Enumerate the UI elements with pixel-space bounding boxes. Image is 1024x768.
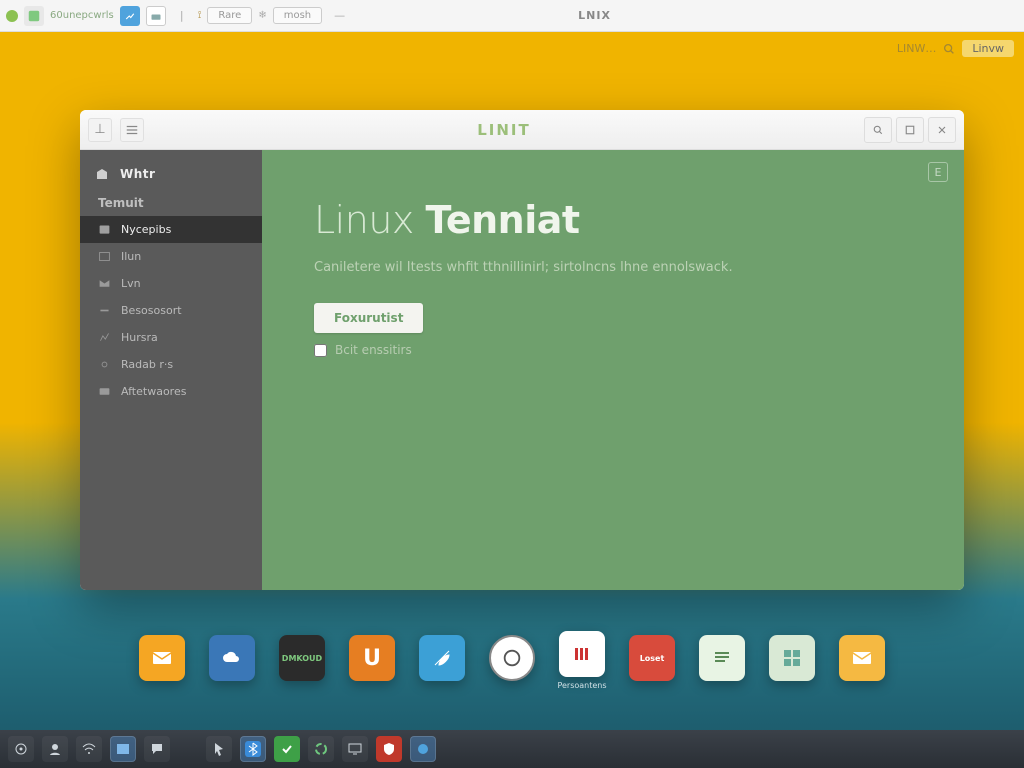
- weather-app-icon: [209, 635, 255, 681]
- dock-dashboard-app[interactable]: DMKOUD: [272, 635, 332, 685]
- checkbox-label: Bcit enssitirs: [335, 343, 412, 357]
- sidebar-item-1[interactable]: Ilun: [80, 243, 262, 270]
- status-label: LINW…: [897, 42, 936, 55]
- dashboard-app-icon: DMKOUD: [279, 635, 325, 681]
- app-icon-2[interactable]: [146, 6, 166, 26]
- utility-app-icon: U: [349, 635, 395, 681]
- app-icon-3[interactable]: ⟟: [198, 10, 202, 21]
- heading-part1: Linux: [314, 198, 414, 242]
- sidebar-item-6[interactable]: Aftetwaores: [80, 378, 262, 405]
- dock-circle-app[interactable]: [482, 635, 542, 685]
- app-icon-4: ❄: [258, 10, 266, 21]
- tb-shield-icon[interactable]: [376, 736, 402, 762]
- tb-user-icon[interactable]: [42, 736, 68, 762]
- desktop-status: LINW… Linvw: [897, 40, 1014, 57]
- sidebar-item-4-label: Hursra: [121, 331, 158, 344]
- sidebar-item-0-label: Nycepibs: [121, 223, 171, 236]
- os-topbar: 60unepcwrls | ⟟ Rare ❄ mosh — LNIX: [0, 0, 1024, 32]
- status-dot-icon: [6, 10, 18, 22]
- mail2-app-icon: [839, 635, 885, 681]
- status-chip[interactable]: Linvw: [962, 40, 1014, 57]
- sidebar-item-5-label: Radab r·s: [121, 358, 173, 371]
- sidebar-header-label: Whtr: [120, 167, 155, 181]
- menu-button[interactable]: [120, 118, 144, 142]
- tb-check-icon[interactable]: [274, 736, 300, 762]
- dock-weather-app[interactable]: [202, 635, 262, 685]
- content-corner-badge[interactable]: E: [928, 162, 948, 182]
- os-tab-1[interactable]: Rare: [207, 7, 252, 24]
- option-checkbox[interactable]: [314, 344, 327, 357]
- dock-utility-app[interactable]: U: [342, 635, 402, 685]
- os-topbar-left: 60unepcwrls | ⟟ Rare ❄ mosh —: [6, 6, 351, 26]
- maximize-button[interactable]: [896, 117, 924, 143]
- media-app-icon: [559, 631, 605, 677]
- close-button[interactable]: [928, 117, 956, 143]
- tb-wifi-icon[interactable]: [76, 736, 102, 762]
- content-area: E Linux Tenniat Caniletere wil Itests wh…: [262, 150, 964, 590]
- circle-app-icon: [489, 635, 535, 681]
- tb-pointer-icon[interactable]: [206, 736, 232, 762]
- settings-app-icon: [769, 635, 815, 681]
- os-dash: —: [328, 9, 351, 22]
- os-address-text: 60unepcwrls: [50, 10, 114, 21]
- wc-search[interactable]: [864, 117, 892, 143]
- window-controls: [864, 117, 956, 143]
- files-app-icon: [699, 635, 745, 681]
- app-icon-1[interactable]: [120, 6, 140, 26]
- checkbox-row[interactable]: Bcit enssitirs: [314, 343, 912, 357]
- primary-button[interactable]: Foxurutist: [314, 303, 423, 333]
- titlebar-left: ⊥: [88, 118, 144, 142]
- sidebar-item-6-label: Aftetwaores: [121, 385, 186, 398]
- tb-globe-icon[interactable]: [410, 736, 436, 762]
- tb-bluetooth-icon[interactable]: [240, 736, 266, 762]
- sidebar-item-2[interactable]: Lvn: [80, 270, 262, 297]
- store-app-icon: Loset: [629, 635, 675, 681]
- back-button[interactable]: ⊥: [88, 118, 112, 142]
- app-menu-icon[interactable]: [24, 6, 44, 26]
- window-title: LINIT: [144, 121, 864, 139]
- tb-chat-icon[interactable]: [144, 736, 170, 762]
- media-app-label: Persoantens: [557, 681, 606, 690]
- sidebar-item-5[interactable]: Radab r·s: [80, 351, 262, 378]
- titlebar: ⊥ LINIT: [80, 110, 964, 150]
- sidebar-section-label: Temuit: [80, 190, 262, 216]
- sidebar-item-2-label: Lvn: [121, 277, 141, 290]
- tb-monitor-icon[interactable]: [342, 736, 368, 762]
- sidebar-item-4[interactable]: Hursra: [80, 324, 262, 351]
- app-body: Whtr Temuit Nycepibs Ilun Lvn Besososort: [80, 150, 964, 590]
- separator-icon: |: [172, 6, 192, 26]
- browser-app-icon: [419, 635, 465, 681]
- dock-settings-app[interactable]: [762, 635, 822, 685]
- sidebar-item-0[interactable]: Nycepibs: [80, 216, 262, 243]
- app-window: ⊥ LINIT Whtr Temuit: [80, 110, 964, 590]
- sidebar-item-3[interactable]: Besososort: [80, 297, 262, 324]
- sidebar: Whtr Temuit Nycepibs Ilun Lvn Besososort: [80, 150, 262, 590]
- sidebar-item-3-label: Besososort: [121, 304, 182, 317]
- app-dock: DMKOUD U Persoantens Loset: [0, 618, 1024, 702]
- sidebar-item-1-label: Ilun: [121, 250, 141, 263]
- dock-mail2-app[interactable]: [832, 635, 892, 685]
- tb-spinner-icon[interactable]: [308, 736, 334, 762]
- dock-browser-app[interactable]: [412, 635, 472, 685]
- action-row: Foxurutist: [314, 303, 912, 333]
- search-icon[interactable]: [942, 42, 956, 56]
- content-heading: Linux Tenniat: [314, 198, 912, 242]
- content-subtitle: Caniletere wil Itests whfit tthnillinirl…: [314, 260, 912, 275]
- tb-files-icon[interactable]: [110, 736, 136, 762]
- os-title: LNIX: [357, 9, 832, 22]
- heading-part2: Tenniat: [425, 198, 579, 242]
- sidebar-header[interactable]: Whtr: [80, 158, 262, 190]
- os-tab-2[interactable]: mosh: [273, 7, 322, 24]
- mail-app-icon: [139, 635, 185, 681]
- dock-store-app[interactable]: Loset: [622, 635, 682, 685]
- dock-mail-app[interactable]: [132, 635, 192, 685]
- dock-files-app[interactable]: [692, 635, 752, 685]
- tb-apps-icon[interactable]: [8, 736, 34, 762]
- taskbar: [0, 730, 1024, 768]
- dock-media-app[interactable]: Persoantens: [552, 631, 612, 690]
